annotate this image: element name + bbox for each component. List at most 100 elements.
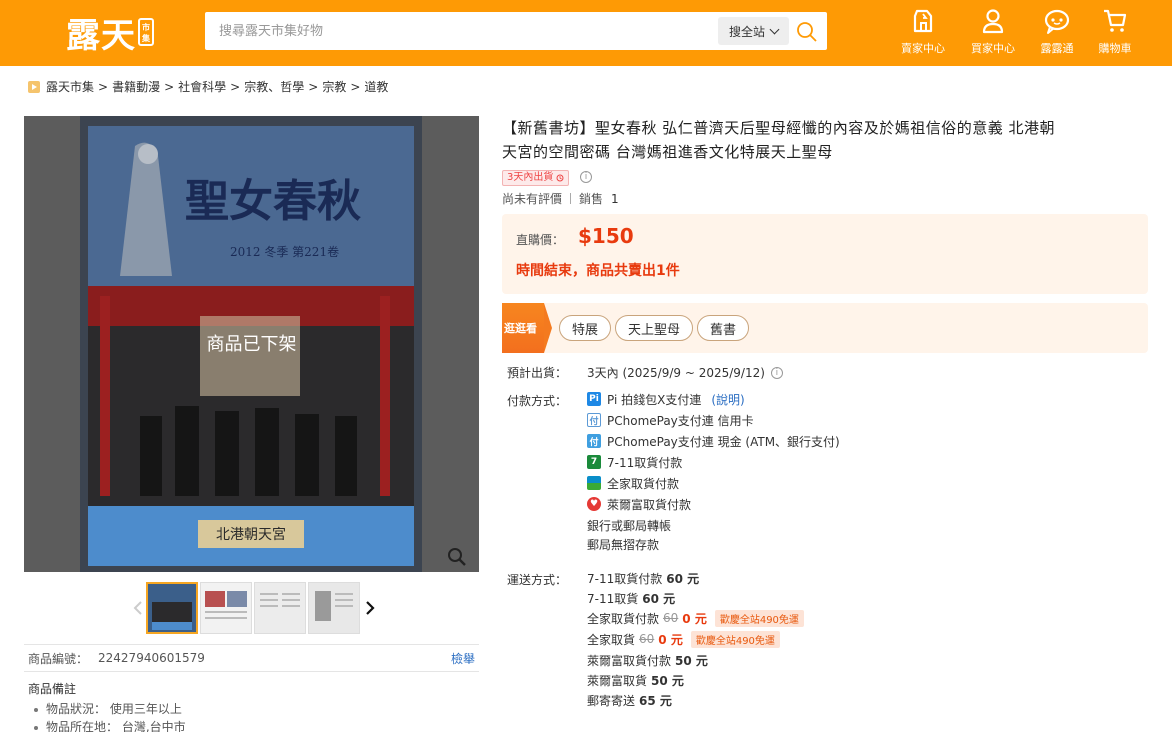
thumbnail-next-button[interactable] xyxy=(362,598,378,618)
payment-option: 7 7-11取貨付款 xyxy=(587,453,682,471)
info-icon[interactable]: i xyxy=(770,366,783,379)
svg-text:聖女春秋: 聖女春秋 xyxy=(185,176,361,227)
hilife-icon: ♥ xyxy=(587,497,601,511)
tag-item[interactable]: 特展 xyxy=(559,315,612,341)
nav-label: 賣家中心 xyxy=(901,42,945,55)
pi-wallet-icon: Pi xyxy=(587,392,601,406)
search-scope-select[interactable]: 搜全站 xyxy=(718,17,789,45)
sales-count: 1 xyxy=(611,191,619,206)
shipping-option: 萊爾富取貨付款 50 元 xyxy=(587,653,708,668)
nav-seller-center[interactable]: 賣家中心 xyxy=(891,6,955,56)
nav-lulu-chat[interactable]: 露露通 xyxy=(1025,6,1089,56)
clock-icon xyxy=(556,174,564,182)
sales-label: 銷售 xyxy=(579,192,604,206)
logo-badge: 市集 xyxy=(138,18,154,46)
seven-eleven-icon: 7 xyxy=(587,455,601,469)
payment-info-link[interactable]: (說明) xyxy=(711,391,744,408)
browse-tags-head: 逛逛看 xyxy=(502,303,544,353)
payment-option: 付 PChomePay支付連 現金 (ATM、銀行支付) xyxy=(587,432,840,450)
product-id-label: 商品編號： xyxy=(28,651,89,666)
pchomepay-cash-icon: 付 xyxy=(587,434,601,448)
payment-option: Pi Pi 拍錢包X支付連 (說明) xyxy=(587,390,745,408)
thumbnail-prev-button[interactable] xyxy=(130,598,146,618)
site-logo[interactable]: 露天 市集 xyxy=(66,10,156,56)
zoom-icon[interactable] xyxy=(446,546,468,568)
delisted-overlay: 商品已下架 xyxy=(206,334,297,355)
thumbnail-4[interactable] xyxy=(308,582,360,634)
thumbnail-strip xyxy=(130,580,378,636)
info-icon[interactable]: i xyxy=(580,171,592,183)
breadcrumb: 露天市集 > 書籍動漫 > 社會科學 > 宗教、哲學 > 宗教 > 道教 xyxy=(28,78,388,95)
user-icon xyxy=(982,9,1004,34)
nav-label: 購物車 xyxy=(1098,42,1132,55)
tag-item[interactable]: 天上聖母 xyxy=(615,315,694,341)
chevron-left-icon xyxy=(133,601,142,615)
delivery-label: 預計出貨： xyxy=(507,366,568,380)
pchomepay-card-icon: 付 xyxy=(587,413,601,427)
free-shipping-badge: 歡慶全站490免運 xyxy=(714,609,804,627)
shipping-option: 7-11取貨 60 元 xyxy=(587,591,676,606)
product-title: 【新舊書坊】聖女春秋 弘仁普濟天后聖母經懺的內容及於媽祖信俗的意義 北港朝 天宮… xyxy=(502,119,1056,161)
site-header: 露天 市集 搜全站 賣家中心 買家中心 xyxy=(0,0,1172,66)
note-item: 物品狀況： 使用三年以上 xyxy=(32,700,186,718)
breadcrumb-item[interactable]: 社會科學 xyxy=(178,78,226,95)
shipping-option: 7-11取貨付款 60 元 xyxy=(587,571,700,586)
thumbnail-2[interactable] xyxy=(200,582,252,634)
nav-buyer-center[interactable]: 買家中心 xyxy=(961,6,1025,56)
tag-list: 特展 天上聖母 舊書 xyxy=(559,315,750,341)
product-id-value: 22427940601579 xyxy=(98,651,205,665)
shipping-option: 全家取貨 60 0 元 歡慶全站490免運 xyxy=(587,630,780,648)
payment-label: 付款方式： xyxy=(507,394,568,408)
cart-icon xyxy=(1104,9,1127,32)
nav-cart[interactable]: 購物車 xyxy=(1083,6,1147,56)
payment-option: 全家取貨付款 xyxy=(587,474,679,492)
browse-tags-box: 逛逛看 特展 天上聖母 舊書 xyxy=(502,303,1148,353)
price-box: 直購價： $150 時間結束，商品共賣出1件 xyxy=(502,214,1148,294)
seller-store-icon xyxy=(913,9,933,33)
payment-option: 銀行或郵局轉帳 xyxy=(587,518,672,533)
delivery-value: 3天內 (2025/9/9 ~ 2025/9/12) i xyxy=(587,364,783,381)
payment-option: 付 PChomePay支付連 信用卡 xyxy=(587,411,754,429)
search-icon[interactable] xyxy=(795,20,819,44)
chat-icon xyxy=(1044,9,1070,34)
search-bar: 搜全站 xyxy=(205,12,827,50)
search-input[interactable] xyxy=(205,12,715,50)
shipping-label: 運送方式： xyxy=(507,573,568,587)
nav-label: 買家中心 xyxy=(971,42,1015,55)
breadcrumb-item[interactable]: 書籍動漫 xyxy=(112,78,160,95)
shipping-option: 萊爾富取貨 50 元 xyxy=(587,673,684,688)
familymart-icon xyxy=(587,476,601,490)
rating-text: 尚未有評價 xyxy=(502,192,563,206)
chevron-right-icon xyxy=(366,601,375,615)
note-item: 物品所在地： 台灣,台中市 xyxy=(32,718,186,732)
product-id-row: 商品編號： 22427940601579 檢舉 xyxy=(24,644,479,672)
chevron-down-icon xyxy=(769,24,780,34)
price-value: $150 xyxy=(578,224,634,248)
free-shipping-badge: 歡慶全站490免運 xyxy=(690,630,780,648)
tag-item[interactable]: 舊書 xyxy=(697,315,750,341)
nav-label: 露露通 xyxy=(1040,42,1074,55)
breadcrumb-item[interactable]: 宗教 xyxy=(322,78,346,95)
sale-status: 時間結束，商品共賣出1件 xyxy=(516,263,680,279)
report-link[interactable]: 檢舉 xyxy=(451,650,475,667)
thumbnail-3[interactable] xyxy=(254,582,306,634)
notes-title: 商品備註 xyxy=(28,682,77,696)
price-label: 直購價： xyxy=(516,233,565,247)
svg-text:北港朝天宮: 北港朝天宮 xyxy=(216,527,286,543)
payment-option: ♥ 萊爾富取貨付款 xyxy=(587,495,691,513)
shipping-option: 郵寄寄送 65 元 xyxy=(587,693,672,708)
breadcrumb-item[interactable]: 宗教、哲學 xyxy=(244,78,304,95)
payment-option: 郵局無摺存款 xyxy=(587,537,660,552)
rating-row: 尚未有評價 銷售 1 xyxy=(502,190,619,207)
breadcrumb-item[interactable]: 露天市集 xyxy=(46,78,94,95)
search-scope-label: 搜全站 xyxy=(728,24,765,39)
shipping-option: 全家取貨付款 60 0 元 歡慶全站490免運 xyxy=(587,609,804,627)
home-icon xyxy=(28,80,40,93)
breadcrumb-item[interactable]: 道教 xyxy=(364,78,388,95)
ship-time-badge: 3天內出貨 xyxy=(502,170,570,186)
product-notes: 商品備註 物品狀況： 使用三年以上 物品所在地： 台灣,台中市 xyxy=(28,680,186,732)
svg-text:2012 冬季 第221卷: 2012 冬季 第221卷 xyxy=(230,244,339,259)
thumbnail-1[interactable] xyxy=(146,582,198,634)
logo-text: 露天 xyxy=(66,15,136,56)
product-image-viewer[interactable]: 聖女春秋 2012 冬季 第221卷 北港朝天宮 商品已下架 xyxy=(24,116,479,572)
